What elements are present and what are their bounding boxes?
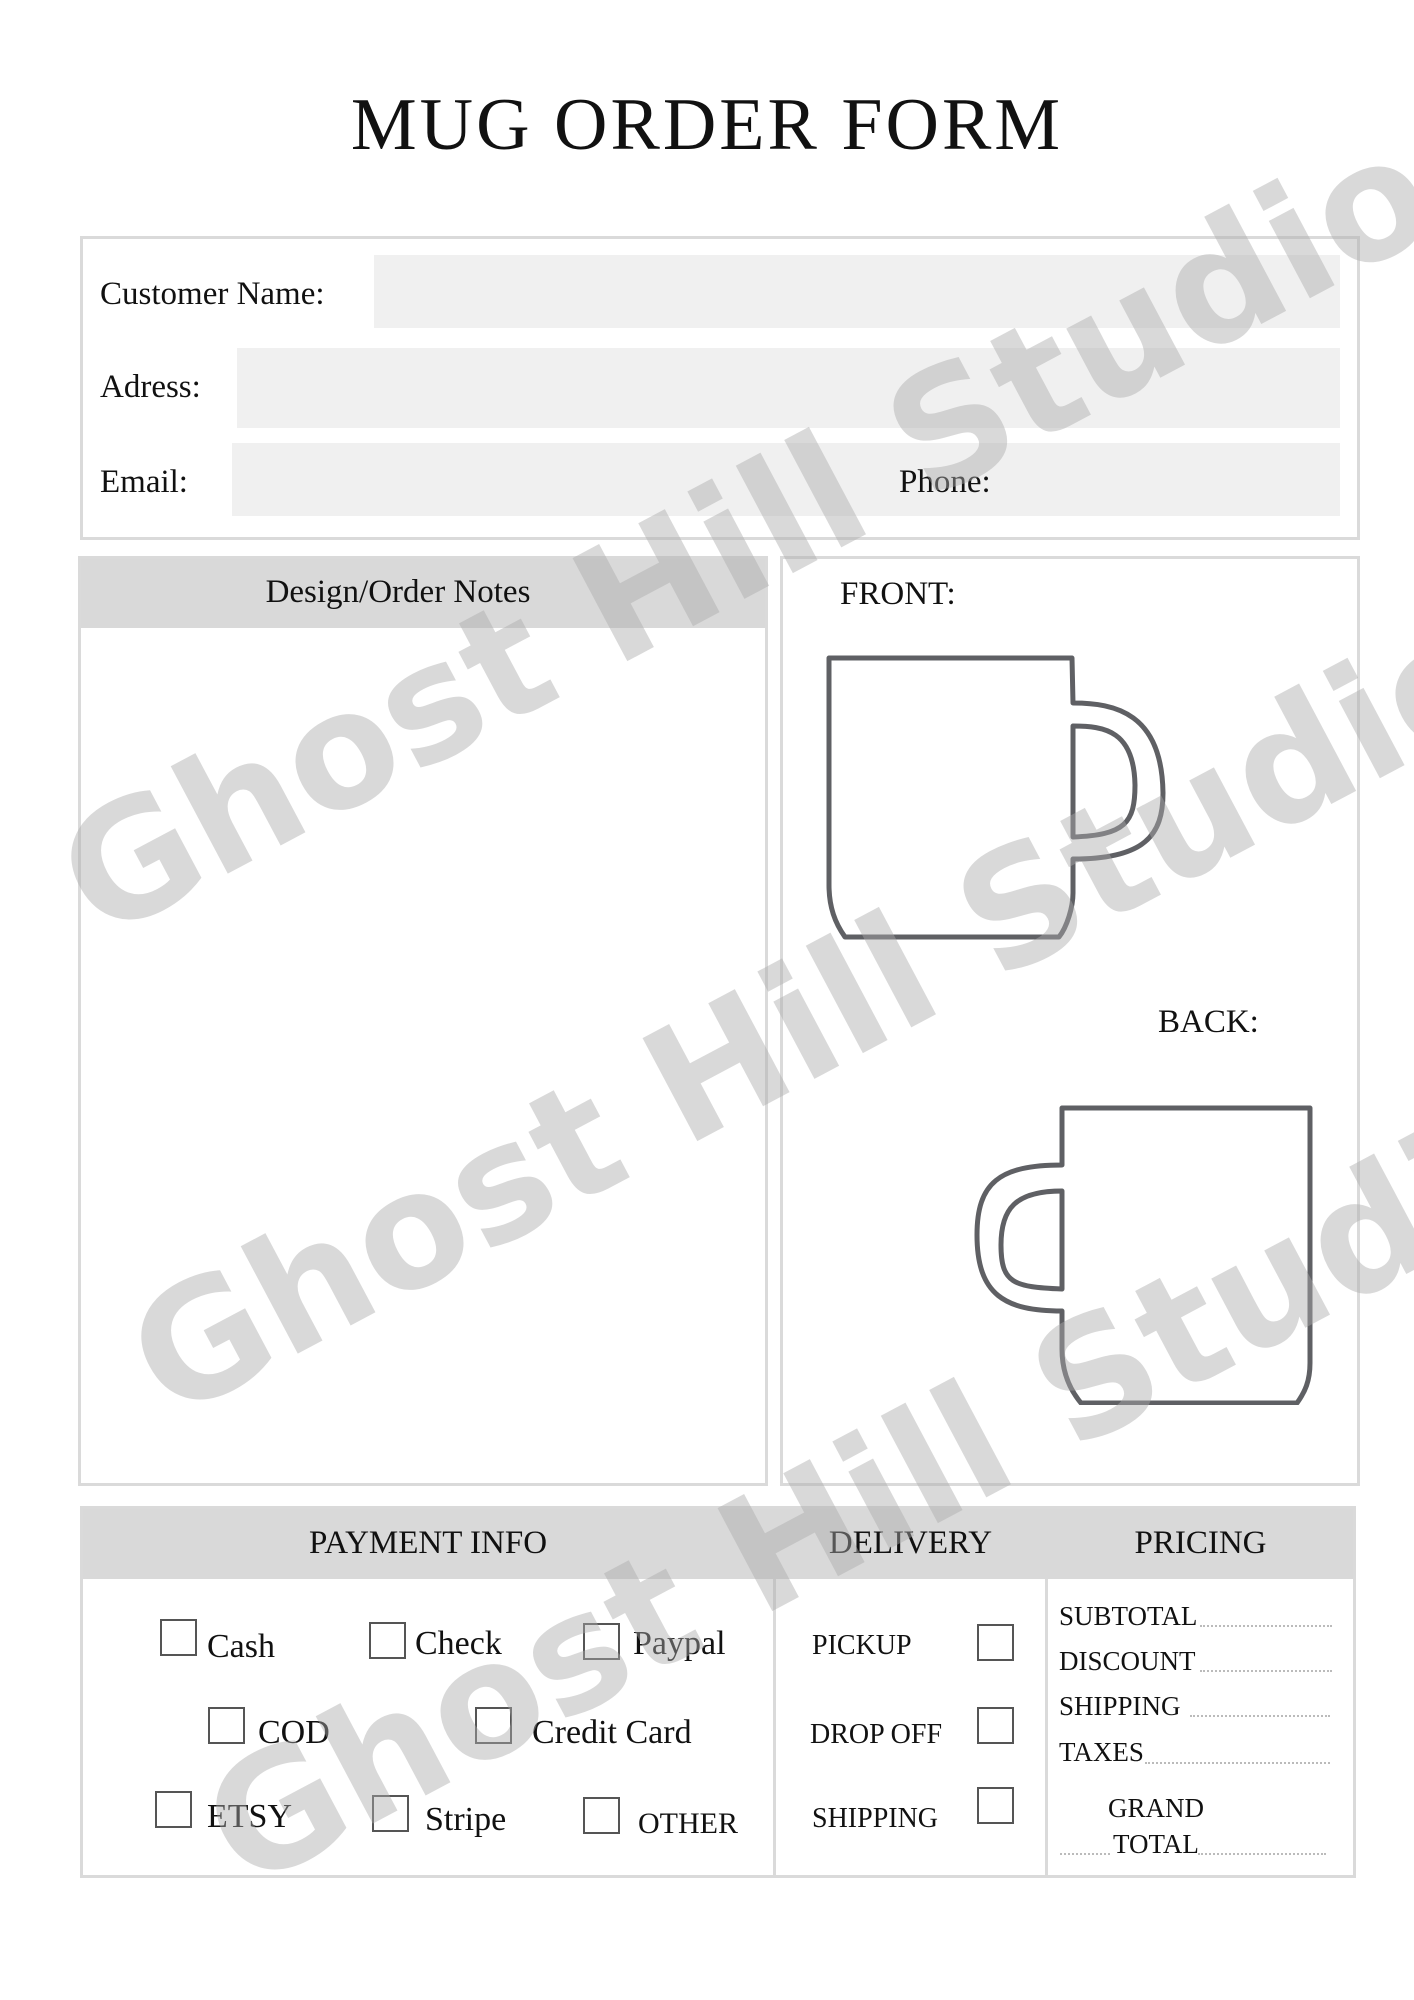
grand-total-dots-left [1060, 1853, 1110, 1855]
customer-name-label: Customer Name: [100, 276, 325, 312]
shipping-cost-value-line[interactable] [1190, 1715, 1330, 1717]
mug-back-outline-icon [974, 1105, 1313, 1405]
payment-option-label: OTHER [638, 1807, 738, 1840]
grand-total-label-line2: TOTAL [1113, 1829, 1199, 1859]
delivery-checkbox-pickup[interactable] [977, 1624, 1014, 1661]
pricing-row-label: DISCOUNT [1059, 1646, 1196, 1676]
delivery-option-label: PICKUP [812, 1630, 912, 1661]
payment-option-label: Check [415, 1625, 502, 1662]
taxes-value-line[interactable] [1145, 1762, 1330, 1764]
discount-value-line[interactable] [1200, 1670, 1332, 1672]
grand-total-value-line[interactable] [1198, 1853, 1326, 1855]
delivery-header: DELIVERY [828, 1525, 993, 1561]
payment-checkbox-check[interactable] [369, 1622, 406, 1659]
payment-checkbox-cash[interactable] [160, 1619, 197, 1656]
back-label: BACK: [1158, 1004, 1259, 1040]
delivery-checkbox-shipping[interactable] [977, 1787, 1014, 1824]
payment-checkbox-cod[interactable] [208, 1707, 245, 1744]
customer-name-field[interactable] [374, 255, 1340, 328]
delivery-checkbox-drop-off[interactable] [977, 1707, 1014, 1744]
payment-option-label: Stripe [425, 1801, 507, 1838]
payment-checkbox-credit-card[interactable] [475, 1707, 512, 1744]
payment-checkbox-paypal[interactable] [583, 1623, 620, 1660]
pricing-header: PRICING [1134, 1525, 1267, 1561]
pricing-row-label: SHIPPING [1059, 1691, 1181, 1721]
payment-option-label: COD [258, 1714, 330, 1751]
payment-info-header: PAYMENT INFO [308, 1525, 548, 1561]
pricing-row-label: SUBTOTAL [1059, 1601, 1198, 1631]
email-label: Email: [100, 464, 188, 500]
payment-option-label: ETSY [207, 1798, 292, 1835]
payment-option-label: Paypal [633, 1625, 726, 1662]
mug-front-outline-icon [826, 655, 1166, 940]
subtotal-value-line[interactable] [1200, 1625, 1332, 1627]
grand-total-label-line1: GRAND [1108, 1793, 1205, 1823]
column-divider [1045, 1579, 1048, 1875]
phone-label: Phone: [899, 464, 991, 500]
payment-checkbox-stripe[interactable] [372, 1795, 409, 1832]
column-divider [773, 1579, 776, 1875]
delivery-option-label: DROP OFF [810, 1719, 943, 1750]
email-field[interactable] [232, 443, 1340, 516]
payment-option-label: Credit Card [532, 1714, 692, 1751]
front-label: FRONT: [840, 576, 956, 612]
page-title: MUG ORDER FORM [350, 84, 1064, 166]
design-notes-area[interactable] [84, 630, 762, 1480]
address-field[interactable] [237, 348, 1340, 428]
design-notes-title: Design/Order Notes [265, 574, 531, 610]
payment-checkbox-other[interactable] [583, 1797, 620, 1834]
order-form-page: MUG ORDER FORM Customer Name: Adress: Em… [0, 0, 1414, 2000]
address-label: Adress: [100, 369, 201, 405]
payment-checkbox-etsy[interactable] [155, 1791, 192, 1828]
pricing-row-label: TAXES [1059, 1737, 1144, 1767]
delivery-option-label: SHIPPING [812, 1803, 939, 1834]
payment-option-label: Cash [207, 1628, 275, 1665]
